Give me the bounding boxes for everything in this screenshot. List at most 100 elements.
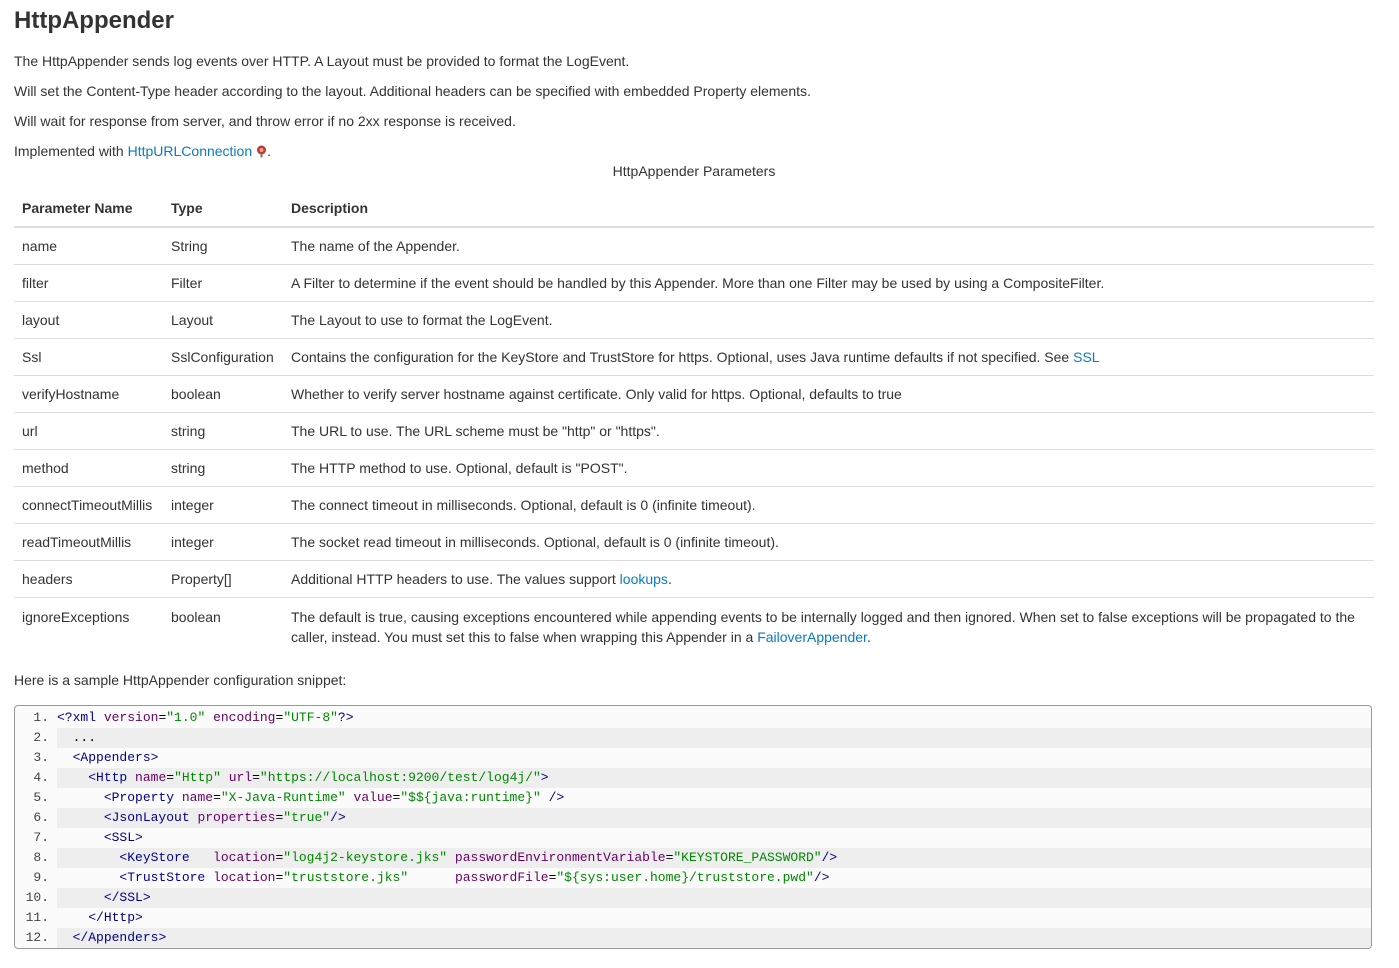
table-row: connectTimeoutMillis integer The connect… xyxy=(14,486,1374,524)
code-line: 7. <SSL> xyxy=(15,828,1371,848)
parameters-table: Parameter Name Type Description name Str… xyxy=(14,190,1374,655)
code-text: <Property name="X-Java-Runtime" value="$… xyxy=(103,790,565,805)
param-description: The URL to use. The URL scheme must be "… xyxy=(283,412,1374,450)
code-text: </Http> xyxy=(88,910,143,925)
intro-paragraph-3: Will wait for response from server, and … xyxy=(14,113,516,129)
intro-paragraph-2: Will set the Content-Type header accordi… xyxy=(14,83,811,99)
period: . xyxy=(667,571,672,587)
code-line: 1. <?xml version="1.0" encoding="UTF-8"?> xyxy=(15,708,1371,728)
param-type: integer xyxy=(163,486,283,524)
table-caption: HttpAppender Parameters xyxy=(612,163,776,179)
param-name: name xyxy=(14,226,163,265)
implemented-with-label: Implemented with xyxy=(14,143,128,159)
param-name: connectTimeoutMillis xyxy=(14,486,163,524)
table-header-row: Parameter Name Type Description xyxy=(14,190,1374,228)
failoverappender-link[interactable]: FailoverAppender xyxy=(757,629,867,645)
param-description: Additional HTTP headers to use. The valu… xyxy=(283,560,1374,598)
param-type: String xyxy=(163,226,283,265)
line-number: 6. xyxy=(33,810,49,825)
param-description: The Layout to use to format the LogEvent… xyxy=(283,301,1374,339)
code-text: <SSL> xyxy=(103,830,143,845)
param-description: The connect timeout in milliseconds. Opt… xyxy=(283,486,1374,524)
line-number: 11. xyxy=(25,910,49,925)
line-number: 10. xyxy=(25,890,49,905)
line-number: 3. xyxy=(33,750,49,765)
code-block: 1. <?xml version="1.0" encoding="UTF-8"?>… xyxy=(14,705,1372,949)
intro-paragraph-4: Implemented with HttpURLConnection. xyxy=(14,130,1374,160)
intro-paragraph-1: The HttpAppender sends log events over H… xyxy=(14,53,630,69)
param-name: url xyxy=(14,412,163,450)
code-text: <?xml version="1.0" encoding="UTF-8"?> xyxy=(57,710,354,725)
code-line: 10. </SSL> xyxy=(15,888,1371,908)
table-row: filter Filter A Filter to determine if t… xyxy=(14,264,1374,302)
column-header-parameter-name: Parameter Name xyxy=(14,190,163,228)
param-type: Layout xyxy=(163,301,283,339)
param-type: boolean xyxy=(163,375,283,413)
code-text: </SSL> xyxy=(57,888,1371,908)
param-description-text: Contains the configuration for the KeySt… xyxy=(291,349,1074,365)
table-row: layout Layout The Layout to use to forma… xyxy=(14,301,1374,339)
external-link-icon xyxy=(256,132,267,158)
ssl-link[interactable]: SSL xyxy=(1073,349,1099,365)
code-line: 6. <JsonLayout properties="true"/> xyxy=(15,808,1371,828)
table-row: ignoreExceptions boolean The default is … xyxy=(14,597,1374,655)
table-row: headers Property[] Additional HTTP heade… xyxy=(14,560,1374,598)
column-header-description: Description xyxy=(283,190,1374,228)
code-line: 11. </Http> xyxy=(15,908,1371,928)
param-type: SslConfiguration xyxy=(163,338,283,376)
line-number: 9. xyxy=(33,870,49,885)
param-description: The default is true, causing exceptions … xyxy=(283,597,1374,655)
param-name: layout xyxy=(14,301,163,339)
code-line: 9. <TrustStore location="truststore.jks"… xyxy=(15,868,1371,888)
code-line: 4. <Http name="Http" url="https://localh… xyxy=(15,768,1371,788)
snippet-intro: Here is a sample HttpAppender configurat… xyxy=(14,672,347,688)
param-description: Whether to verify server hostname agains… xyxy=(283,375,1374,413)
line-number: 4. xyxy=(33,770,49,785)
param-name: method xyxy=(14,449,163,487)
lookups-link[interactable]: lookups xyxy=(620,571,668,587)
code-line: 3. <Appenders> xyxy=(15,748,1371,768)
param-name: ignoreExceptions xyxy=(14,597,163,655)
page-title: HttpAppender xyxy=(14,7,174,34)
param-type: Filter xyxy=(163,264,283,302)
line-number: 5. xyxy=(33,790,49,805)
param-description: The HTTP method to use. Optional, defaul… xyxy=(283,449,1374,487)
param-name: Ssl xyxy=(14,338,163,376)
param-type: integer xyxy=(163,523,283,561)
param-description: The name of the Appender. xyxy=(283,226,1374,265)
line-number: 7. xyxy=(33,830,49,845)
code-line: 12. </Appenders> xyxy=(15,928,1371,948)
table-row: method string The HTTP method to use. Op… xyxy=(14,449,1374,487)
code-text: <Appenders> xyxy=(72,750,159,765)
period: . xyxy=(866,629,871,645)
param-type: boolean xyxy=(163,597,283,655)
code-text: <KeyStore location="log4j2-keystore.jks"… xyxy=(57,848,1371,868)
param-type: Property[] xyxy=(163,560,283,598)
param-type: string xyxy=(163,412,283,450)
param-name: headers xyxy=(14,560,163,598)
code-text: <TrustStore location="truststore.jks" pa… xyxy=(119,870,830,885)
table-row: url string The URL to use. The URL schem… xyxy=(14,412,1374,450)
line-number: 2. xyxy=(33,730,49,745)
line-number: 1. xyxy=(33,710,49,725)
param-name: readTimeoutMillis xyxy=(14,523,163,561)
param-description: The socket read timeout in milliseconds.… xyxy=(283,523,1374,561)
param-name: filter xyxy=(14,264,163,302)
table-row: name String The name of the Appender. xyxy=(14,226,1374,265)
param-description: Contains the configuration for the KeySt… xyxy=(283,338,1374,376)
code-text: <JsonLayout properties="true"/> xyxy=(57,808,1371,828)
httpurlconnection-link[interactable]: HttpURLConnection xyxy=(128,143,253,159)
param-type: string xyxy=(163,449,283,487)
code-line: 5. <Property name="X-Java-Runtime" value… xyxy=(15,788,1371,808)
code-line: 2. ... xyxy=(15,728,1371,748)
param-description: A Filter to determine if the event shoul… xyxy=(283,264,1374,302)
code-line: 8. <KeyStore location="log4j2-keystore.j… xyxy=(15,848,1371,868)
period: . xyxy=(267,143,272,159)
param-description-text: Additional HTTP headers to use. The valu… xyxy=(291,571,620,587)
column-header-type: Type xyxy=(163,190,283,228)
param-name: verifyHostname xyxy=(14,375,163,413)
table-row: readTimeoutMillis integer The socket rea… xyxy=(14,523,1374,561)
table-row: verifyHostname boolean Whether to verify… xyxy=(14,375,1374,413)
code-text: <Http name="Http" url="https://localhost… xyxy=(57,768,1371,788)
line-number: 12. xyxy=(25,930,49,945)
